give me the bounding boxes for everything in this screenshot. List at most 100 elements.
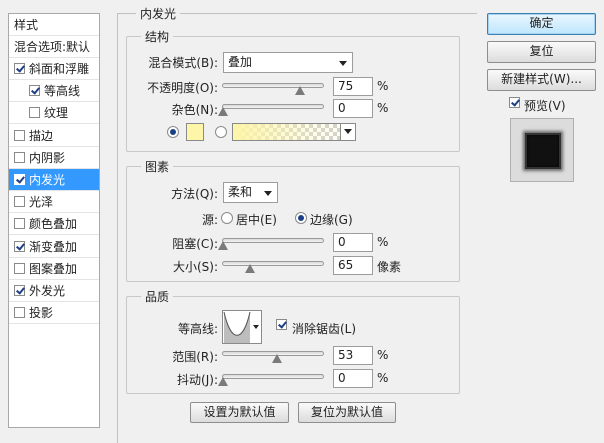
style-item-4[interactable]: 内阴影 — [9, 147, 99, 169]
blend-mode-label: 混合模式(B): — [148, 56, 218, 70]
gradient-dropdown[interactable] — [340, 124, 355, 140]
anti-alias-label: 消除锯齿(L) — [292, 322, 357, 336]
source-center-label: 居中(E) — [236, 213, 277, 227]
choke-label: 阻塞(C): — [172, 237, 218, 251]
range-slider-thumb[interactable] — [272, 354, 283, 363]
size-label: 大小(S): — [172, 260, 218, 274]
checkbox-icon[interactable] — [14, 63, 25, 74]
checkbox-icon[interactable] — [14, 129, 25, 141]
opacity-slider-track[interactable] — [222, 83, 324, 88]
style-item-3[interactable]: 描边 — [9, 125, 99, 147]
elements-legend: 图素 — [141, 158, 174, 175]
jitter-slider-thumb[interactable] — [218, 377, 228, 386]
style-item-8[interactable]: 渐变叠加 — [9, 236, 99, 258]
panel-title: 内发光 — [136, 5, 181, 22]
style-preview-swatch — [525, 133, 561, 169]
range-unit: % — [377, 348, 389, 362]
reset-button[interactable]: 复位 — [487, 41, 596, 63]
set-default-button[interactable]: 设置为默认值 — [190, 402, 289, 423]
glow-color-swatch[interactable] — [186, 123, 204, 141]
style-item-label: 等高线 — [44, 84, 81, 99]
style-item-label: 外发光 — [29, 284, 66, 298]
new-style-button[interactable]: 新建样式(W)... — [487, 69, 596, 91]
noise-slider-thumb[interactable] — [218, 107, 228, 116]
style-item-5[interactable]: 内发光 — [9, 169, 99, 191]
choke-slider-track[interactable] — [222, 238, 324, 243]
style-item-label: 纹理 — [44, 106, 69, 121]
style-item-label: 内发光 — [29, 173, 66, 187]
style-item-7[interactable]: 颜色叠加 — [9, 213, 99, 236]
size-unit: 像素 — [377, 260, 402, 274]
style-item-label: 颜色叠加 — [29, 217, 78, 232]
size-input[interactable]: 65 — [333, 256, 373, 275]
style-item-11[interactable]: 投影 — [9, 302, 99, 325]
noise-input[interactable]: 0 — [333, 99, 373, 118]
jitter-input[interactable]: 0 — [333, 369, 373, 388]
anti-alias-checkbox[interactable] — [276, 318, 291, 332]
ok-button[interactable]: 确定 — [487, 13, 596, 35]
style-item-2[interactable]: 纹理 — [9, 102, 99, 125]
checkbox-icon[interactable] — [14, 151, 25, 163]
style-item-1[interactable]: 等高线 — [9, 80, 99, 103]
chevron-down-icon — [339, 61, 347, 66]
style-item-label: 渐变叠加 — [29, 239, 78, 254]
chevron-down-icon — [253, 325, 259, 329]
method-label: 方法(Q): — [171, 187, 218, 201]
style-item-9[interactable]: 图案叠加 — [9, 258, 99, 280]
reset-default-button[interactable]: 复位为默认值 — [298, 402, 396, 423]
noise-slider-track[interactable] — [222, 104, 324, 109]
checkbox-icon[interactable] — [14, 196, 25, 208]
source-label: 源: — [201, 213, 218, 227]
blend-options-item[interactable]: 混合选项:默认 — [9, 36, 99, 58]
opacity-input[interactable]: 75 — [333, 77, 373, 96]
style-list-header: 样式 — [9, 14, 99, 36]
checkbox-icon — [509, 97, 520, 108]
noise-label: 杂色(N): — [171, 103, 218, 117]
checkbox-icon[interactable] — [29, 85, 40, 97]
style-item-10[interactable]: 外发光 — [9, 280, 99, 302]
style-item-6[interactable]: 光泽 — [9, 191, 99, 214]
jitter-unit: % — [377, 371, 389, 385]
preview-checkbox[interactable] — [509, 96, 524, 110]
method-select[interactable]: 柔和 — [223, 182, 278, 203]
checkbox-icon[interactable] — [14, 285, 25, 296]
structure-legend: 结构 — [141, 28, 174, 45]
style-item-label: 斜面和浮雕 — [29, 62, 90, 76]
style-item-label: 内阴影 — [29, 150, 66, 165]
solid-color-radio[interactable] — [167, 126, 179, 138]
jitter-label: 抖动(J): — [177, 373, 218, 387]
style-item-0[interactable]: 斜面和浮雕 — [9, 58, 99, 80]
jitter-slider-track[interactable] — [222, 374, 324, 379]
blend-mode-value: 叠加 — [228, 55, 253, 69]
style-item-label: 图案叠加 — [29, 261, 78, 276]
size-slider-thumb[interactable] — [244, 264, 255, 273]
contour-picker[interactable] — [222, 310, 262, 344]
gradient-radio[interactable] — [215, 126, 227, 138]
checkbox-icon[interactable] — [29, 107, 40, 119]
style-preview-box — [510, 118, 574, 182]
choke-unit: % — [377, 235, 389, 249]
range-input[interactable]: 53 — [333, 346, 373, 365]
blend-mode-select[interactable]: 叠加 — [223, 52, 353, 73]
choke-slider-thumb[interactable] — [218, 241, 228, 250]
contour-curve-icon — [223, 311, 251, 343]
checkbox-icon[interactable] — [14, 262, 25, 274]
choke-input[interactable]: 0 — [333, 233, 373, 252]
source-center-radio[interactable] — [221, 212, 233, 224]
preview-label: 预览(V) — [524, 99, 566, 113]
opacity-slider-thumb[interactable] — [294, 86, 305, 95]
contour-label: 等高线: — [177, 322, 218, 336]
style-item-label: 光泽 — [29, 195, 54, 210]
style-item-label: 投影 — [29, 306, 54, 321]
opacity-unit: % — [377, 79, 389, 93]
checkbox-icon[interactable] — [14, 174, 25, 185]
chevron-down-icon — [344, 129, 352, 134]
gradient-preview[interactable] — [232, 123, 356, 141]
quality-legend: 品质 — [141, 288, 174, 305]
checkbox-icon[interactable] — [14, 307, 25, 319]
checkbox-icon[interactable] — [14, 240, 25, 252]
method-value: 柔和 — [228, 185, 253, 199]
size-slider-track[interactable] — [222, 261, 324, 266]
source-edge-radio[interactable] — [295, 212, 307, 224]
checkbox-icon[interactable] — [14, 218, 25, 230]
